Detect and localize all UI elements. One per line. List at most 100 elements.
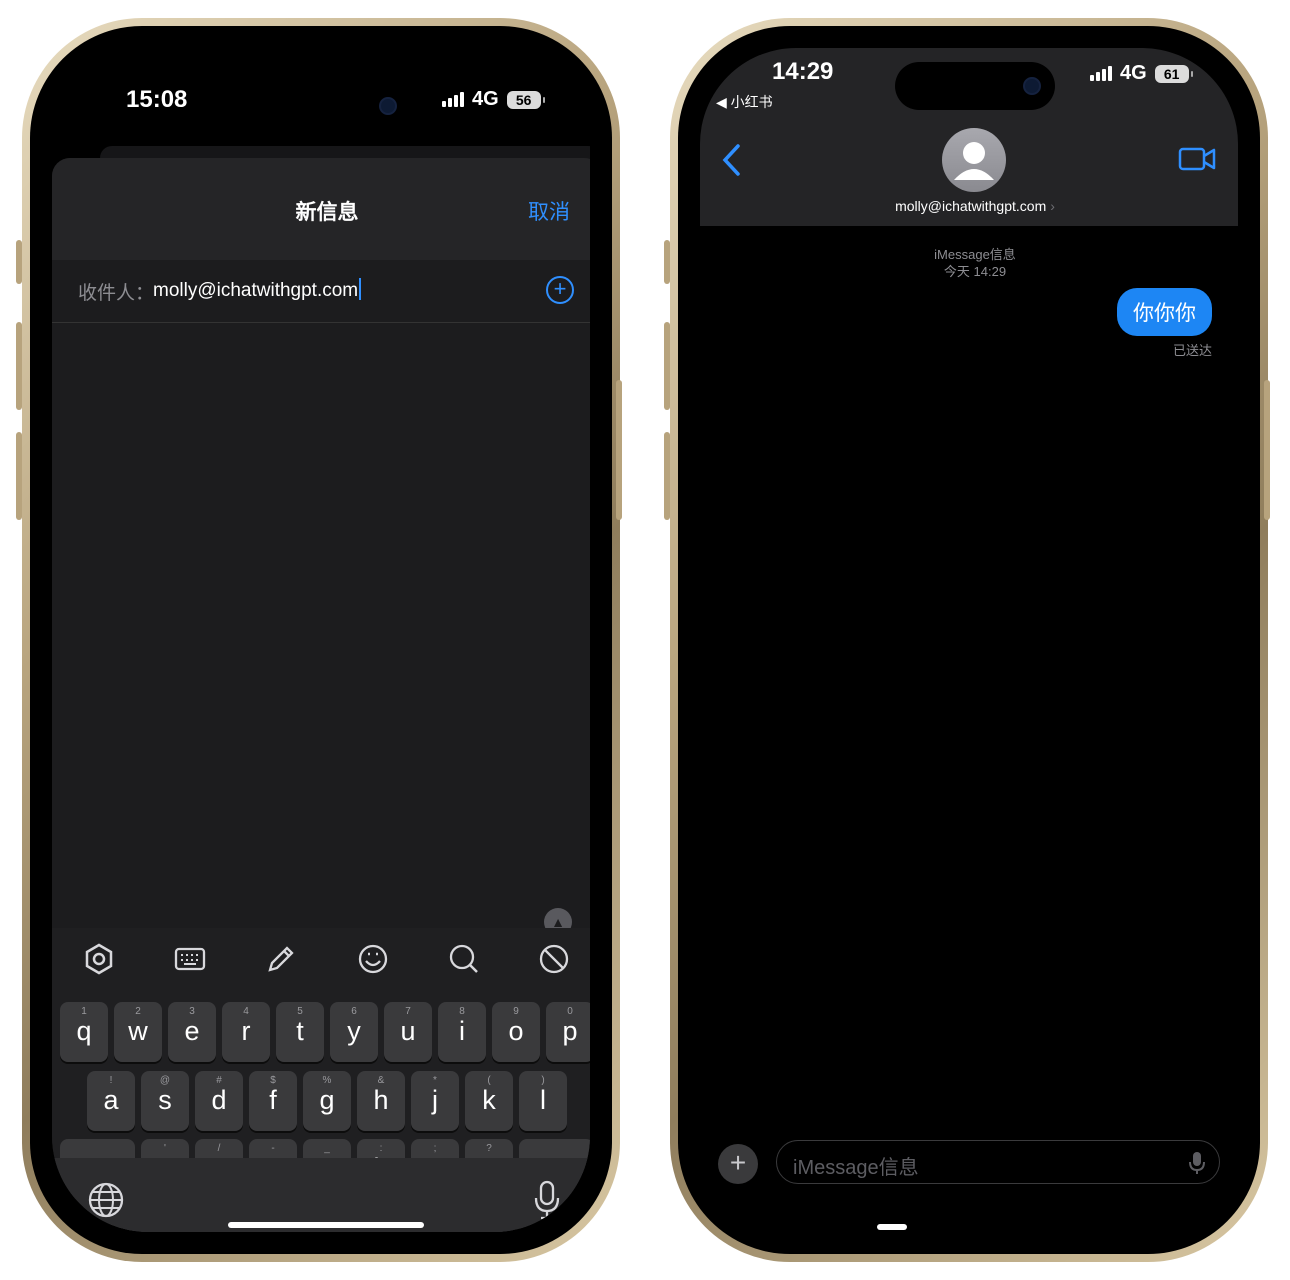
key-d[interactable]: # d bbox=[195, 1071, 243, 1131]
back-to-app-link[interactable]: ◀ 小红书 bbox=[716, 92, 773, 112]
settings-hex-icon[interactable] bbox=[82, 942, 116, 976]
recipient-field[interactable]: molly@ichatwithgpt.com bbox=[153, 278, 362, 302]
chevron-right-icon: › bbox=[1050, 198, 1055, 214]
volume-down-button bbox=[16, 432, 22, 520]
key-label: t bbox=[296, 1016, 304, 1046]
battery-icon: 56 bbox=[506, 90, 545, 109]
key-f[interactable]: $ f bbox=[249, 1071, 297, 1131]
emoji-icon[interactable] bbox=[356, 942, 390, 976]
recipient-label: 收件人： bbox=[78, 283, 155, 304]
action-button bbox=[16, 240, 22, 284]
key-s[interactable]: @ s bbox=[141, 1071, 189, 1131]
sent-message-bubble[interactable]: 你你你 bbox=[1117, 288, 1212, 336]
key-j[interactable]: * j bbox=[411, 1071, 459, 1131]
power-button bbox=[616, 380, 622, 520]
key-w[interactable]: 2w bbox=[114, 1002, 162, 1062]
keyboard-bottom-bar bbox=[52, 1158, 590, 1232]
power-button bbox=[1264, 380, 1270, 520]
key-label: s bbox=[158, 1085, 172, 1115]
delivery-status: 已送达 bbox=[1172, 343, 1212, 358]
right-phone-frame: 14:29 ◀ 小红书 4G 61 molly@ichatwithgpt.com… bbox=[670, 18, 1268, 1262]
sheet-header: 新信息 取消 bbox=[52, 158, 590, 260]
key-p[interactable]: 0p bbox=[546, 1002, 590, 1062]
dictation-mic-icon[interactable] bbox=[1189, 1151, 1205, 1175]
new-message-sheet: 新信息 取消 收件人： molly@ichatwithgpt.com + ▲ 1… bbox=[52, 158, 590, 1232]
message-input[interactable]: iMessage信息 bbox=[776, 1140, 1220, 1184]
left-phone-bezel: 15:08 4G 56 新信息 取消 收件人： molly@ichatwithg… bbox=[30, 26, 612, 1254]
key-r[interactable]: 4r bbox=[222, 1002, 270, 1062]
video-call-icon[interactable] bbox=[1178, 146, 1216, 172]
right-phone-bezel: 14:29 ◀ 小红书 4G 61 molly@ichatwithgpt.com… bbox=[678, 26, 1260, 1254]
key-label: k bbox=[482, 1085, 496, 1115]
key-label: r bbox=[241, 1016, 251, 1046]
key-label: o bbox=[508, 1016, 524, 1046]
key-u[interactable]: 7u bbox=[384, 1002, 432, 1062]
battery-icon: 61 bbox=[1154, 64, 1193, 83]
key-h[interactable]: & h bbox=[357, 1071, 405, 1131]
block-icon[interactable] bbox=[537, 942, 571, 976]
key-label: l bbox=[540, 1085, 546, 1115]
status-time: 14:29 bbox=[772, 58, 834, 85]
dynamic-island bbox=[895, 62, 1055, 110]
status-indicators: 4G 61 bbox=[1090, 62, 1193, 85]
status-time: 15:08 bbox=[126, 86, 188, 113]
key-a[interactable]: ! a bbox=[87, 1071, 135, 1131]
network-type: 4G bbox=[1120, 62, 1147, 84]
volume-up-button bbox=[664, 322, 670, 410]
key-o[interactable]: 9o bbox=[492, 1002, 540, 1062]
key-label: q bbox=[76, 1016, 92, 1046]
person-icon bbox=[954, 142, 994, 180]
action-button bbox=[664, 240, 670, 284]
apps-plus-button[interactable]: + bbox=[718, 1144, 758, 1184]
key-label: i bbox=[459, 1016, 465, 1046]
keyboard-toolbar bbox=[52, 928, 590, 990]
volume-down-button bbox=[664, 432, 670, 520]
key-l[interactable]: ) l bbox=[519, 1071, 567, 1131]
volume-up-button bbox=[16, 322, 22, 410]
key-e[interactable]: 3e bbox=[168, 1002, 216, 1062]
key-label: g bbox=[319, 1085, 335, 1115]
contact-name[interactable]: molly@ichatwithgpt.com › bbox=[700, 198, 1238, 214]
key-label: a bbox=[103, 1085, 119, 1115]
message-input-placeholder: iMessage信息 bbox=[793, 1157, 919, 1179]
pencil-icon[interactable] bbox=[264, 942, 298, 976]
avatar[interactable] bbox=[942, 128, 1006, 192]
key-label: e bbox=[184, 1016, 200, 1046]
home-indicator[interactable] bbox=[228, 1222, 424, 1228]
contact-address: molly@ichatwithgpt.com bbox=[895, 198, 1047, 214]
recipient-row[interactable]: 收件人： molly@ichatwithgpt.com + bbox=[52, 260, 590, 323]
key-g[interactable]: % g bbox=[303, 1071, 351, 1131]
add-recipient-icon[interactable]: + bbox=[546, 276, 574, 304]
conversation-header: 14:29 ◀ 小红书 4G 61 molly@ichatwithgpt.com… bbox=[700, 48, 1238, 226]
right-phone-screen: 14:29 ◀ 小红书 4G 61 molly@ichatwithgpt.com… bbox=[700, 48, 1238, 1232]
text-caret bbox=[359, 278, 362, 300]
left-phone-frame: 15:08 4G 56 新信息 取消 收件人： molly@ichatwithg… bbox=[22, 18, 620, 1262]
globe-icon[interactable] bbox=[88, 1182, 124, 1218]
key-label: j bbox=[432, 1085, 438, 1115]
key-y[interactable]: 6y bbox=[330, 1002, 378, 1062]
key-label: d bbox=[211, 1085, 227, 1115]
key-label: p bbox=[562, 1016, 578, 1046]
key-label: y bbox=[347, 1016, 361, 1046]
left-phone-screen: 15:08 4G 56 新信息 取消 收件人： molly@ichatwithg… bbox=[52, 48, 590, 1232]
key-t[interactable]: 5t bbox=[276, 1002, 324, 1062]
page-title: 新信息 bbox=[295, 201, 359, 224]
front-camera bbox=[379, 97, 397, 115]
keyboard-icon[interactable] bbox=[173, 942, 207, 976]
back-chevron-icon[interactable] bbox=[720, 142, 742, 178]
signal-icon bbox=[1090, 66, 1112, 81]
front-camera bbox=[1023, 77, 1041, 95]
key-label: u bbox=[400, 1016, 416, 1046]
cancel-button[interactable]: 取消 bbox=[528, 196, 570, 226]
home-indicator[interactable] bbox=[877, 1224, 907, 1230]
network-type: 4G bbox=[472, 88, 499, 110]
microphone-icon[interactable] bbox=[534, 1180, 560, 1220]
recipient-value: molly@ichatwithgpt.com bbox=[153, 280, 359, 301]
search-icon[interactable] bbox=[447, 942, 481, 976]
key-i[interactable]: 8i bbox=[438, 1002, 486, 1062]
key-k[interactable]: (k bbox=[465, 1071, 513, 1131]
key-q[interactable]: 1q bbox=[60, 1002, 108, 1062]
signal-icon bbox=[442, 92, 464, 107]
key-label: h bbox=[373, 1085, 389, 1115]
message-timestamp: 今天 14:29 bbox=[943, 264, 1007, 279]
